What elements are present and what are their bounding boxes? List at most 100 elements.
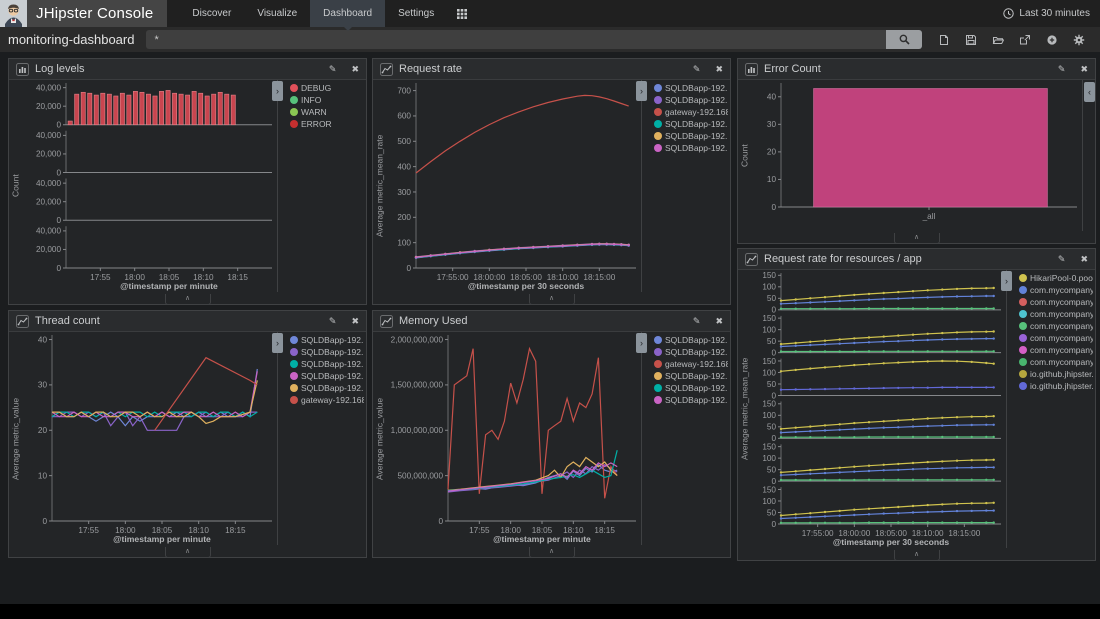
legend-color-dot — [1019, 370, 1027, 378]
legend-item[interactable]: com.mycompany.myap... — [1011, 344, 1093, 356]
legend-color-dot — [290, 348, 298, 356]
edit-panel-icon[interactable]: ✎ — [693, 316, 701, 327]
panel-collapse-button[interactable]: ∧ — [165, 547, 211, 558]
legend-item[interactable]: io.github.jhipster.web.r... — [1011, 368, 1093, 380]
panel-request-rate: Request rate ✎ ✖ Average metric_mean_rat… — [372, 58, 731, 305]
legend-item[interactable]: SQLDBapp-192.168.4... — [646, 370, 728, 382]
remove-panel-icon[interactable]: ✖ — [351, 64, 359, 75]
legend-toggle[interactable]: › — [636, 333, 647, 353]
svg-text:20,000: 20,000 — [36, 102, 61, 111]
svg-text:40,000: 40,000 — [36, 83, 61, 92]
remove-panel-icon[interactable]: ✖ — [715, 64, 723, 75]
y-axis-title: Count — [738, 80, 751, 231]
svg-text:400: 400 — [397, 162, 411, 171]
search-button[interactable] — [886, 30, 922, 49]
legend-item[interactable]: SQLDBapp-192.168.4... — [646, 346, 728, 358]
tab-settings[interactable]: Settings — [385, 0, 447, 27]
edit-panel-icon[interactable]: ✎ — [693, 64, 701, 75]
panel-collapse-button[interactable]: ∧ — [529, 294, 575, 305]
legend-label: gateway-192.168.43.8:... — [665, 359, 728, 369]
legend-item[interactable]: SQLDBapp-192.168.4... — [282, 334, 364, 346]
svg-text:100: 100 — [762, 368, 776, 377]
svg-text:0: 0 — [771, 203, 776, 212]
panel-legend: › HikariPool-0.pool.Waitcom.mycompany.my… — [1006, 270, 1095, 548]
svg-text:100: 100 — [762, 454, 776, 463]
tab-visualize[interactable]: Visualize — [244, 0, 310, 27]
legend-item[interactable]: SQLDBapp-192.168.4... — [646, 394, 728, 406]
nav-tabs: Discover Visualize Dashboard Settings — [179, 0, 447, 27]
edit-panel-icon[interactable]: ✎ — [1058, 254, 1066, 265]
time-range-picker[interactable]: Last 30 minutes — [1003, 8, 1090, 19]
new-dashboard-button[interactable] — [930, 30, 957, 49]
brand[interactable]: JHipster Console — [0, 0, 167, 27]
edit-panel-icon[interactable]: ✎ — [1058, 64, 1066, 75]
svg-text:40: 40 — [767, 93, 777, 102]
legend-item[interactable]: gateway-192.168.43.8:... — [646, 358, 728, 370]
legend-item[interactable]: SQLDBapp-192.168.4... — [646, 130, 728, 142]
legend-toggle[interactable]: › — [272, 333, 283, 353]
add-visualization-button[interactable] — [1038, 30, 1065, 49]
legend-item[interactable]: SQLDBapp-192.168.4... — [282, 370, 364, 382]
legend-item[interactable]: DEBUG — [282, 82, 364, 94]
error-count-chart: 010203040_all — [751, 80, 1082, 231]
dashboard-options-button[interactable] — [1065, 30, 1092, 49]
svg-text:1,000,000,000: 1,000,000,000 — [391, 426, 444, 435]
apps-grid-button[interactable] — [447, 0, 477, 27]
legend-label: com.mycompany.myap... — [1030, 357, 1093, 367]
legend-item[interactable]: INFO — [282, 94, 364, 106]
legend-item[interactable]: ERROR — [282, 118, 364, 130]
edit-panel-icon[interactable]: ✎ — [329, 64, 337, 75]
legend-label: WARN — [301, 107, 327, 117]
legend-toggle[interactable]: ‹ — [1084, 82, 1095, 102]
legend-item[interactable]: SQLDBapp-192.168.4... — [282, 358, 364, 370]
panel-collapse-button[interactable]: ∧ — [529, 547, 575, 558]
plus-circle-icon — [1046, 34, 1058, 46]
legend-item[interactable]: SQLDBapp-192.168.4... — [646, 82, 728, 94]
legend-item[interactable]: io.github.jhipster.web.r... — [1011, 380, 1093, 392]
svg-text:20,000: 20,000 — [36, 150, 61, 159]
legend-color-dot — [290, 336, 298, 344]
app-title: JHipster Console — [36, 5, 153, 22]
tab-discover[interactable]: Discover — [179, 0, 244, 27]
panel-collapse-button[interactable]: ∧ — [894, 550, 940, 561]
legend-item[interactable]: com.mycompany.myap... — [1011, 284, 1093, 296]
legend-toggle[interactable]: › — [272, 81, 283, 101]
legend-toggle[interactable]: › — [1001, 271, 1012, 291]
panel-collapse-button[interactable]: ∧ — [894, 233, 940, 244]
time-range-label: Last 30 minutes — [1019, 8, 1090, 19]
tab-dashboard[interactable]: Dashboard — [310, 0, 385, 27]
open-dashboard-button[interactable] — [984, 30, 1011, 49]
remove-panel-icon[interactable]: ✖ — [351, 316, 359, 327]
legend-toggle[interactable]: › — [636, 81, 647, 101]
share-dashboard-button[interactable] — [1011, 30, 1038, 49]
legend-item[interactable]: gateway-192.168.43.8:... — [282, 394, 364, 406]
legend-color-dot — [654, 84, 662, 92]
legend-item[interactable]: SQLDBapp-192.168.4... — [646, 142, 728, 154]
legend-item[interactable]: WARN — [282, 106, 364, 118]
legend-item[interactable]: com.mycompany.myap... — [1011, 356, 1093, 368]
legend-item[interactable]: com.mycompany.myap... — [1011, 308, 1093, 320]
remove-panel-icon[interactable]: ✖ — [1080, 64, 1088, 75]
legend-item[interactable]: SQLDBapp-192.168.4... — [282, 382, 364, 394]
legend-item[interactable]: SQLDBapp-192.168.4... — [646, 382, 728, 394]
svg-text:2,000,000,000: 2,000,000,000 — [391, 335, 444, 344]
legend-item[interactable]: gateway-192.168.43.8:... — [646, 106, 728, 118]
legend-label: SQLDBapp-192.168.4... — [665, 131, 728, 141]
edit-panel-icon[interactable]: ✎ — [329, 316, 337, 327]
legend-item[interactable]: HikariPool-0.pool.Wait — [1011, 272, 1093, 284]
legend-item[interactable]: com.mycompany.myap... — [1011, 296, 1093, 308]
legend-item[interactable]: com.mycompany.myap... — [1011, 320, 1093, 332]
save-dashboard-button[interactable] — [957, 30, 984, 49]
legend-item[interactable]: SQLDBapp-192.168.4... — [646, 334, 728, 346]
panel-collapse-button[interactable]: ∧ — [165, 294, 211, 305]
legend-item[interactable]: SQLDBapp-192.168.4... — [282, 346, 364, 358]
legend-item[interactable]: com.mycompany.myap... — [1011, 332, 1093, 344]
save-icon — [965, 34, 977, 46]
query-input[interactable] — [146, 30, 886, 49]
clock-icon — [1003, 8, 1014, 19]
remove-panel-icon[interactable]: ✖ — [715, 316, 723, 327]
legend-item[interactable]: SQLDBapp-192.168.4... — [646, 118, 728, 130]
legend-item[interactable]: SQLDBapp-192.168.4... — [646, 94, 728, 106]
bar-chart-icon — [16, 63, 29, 76]
remove-panel-icon[interactable]: ✖ — [1080, 254, 1088, 265]
